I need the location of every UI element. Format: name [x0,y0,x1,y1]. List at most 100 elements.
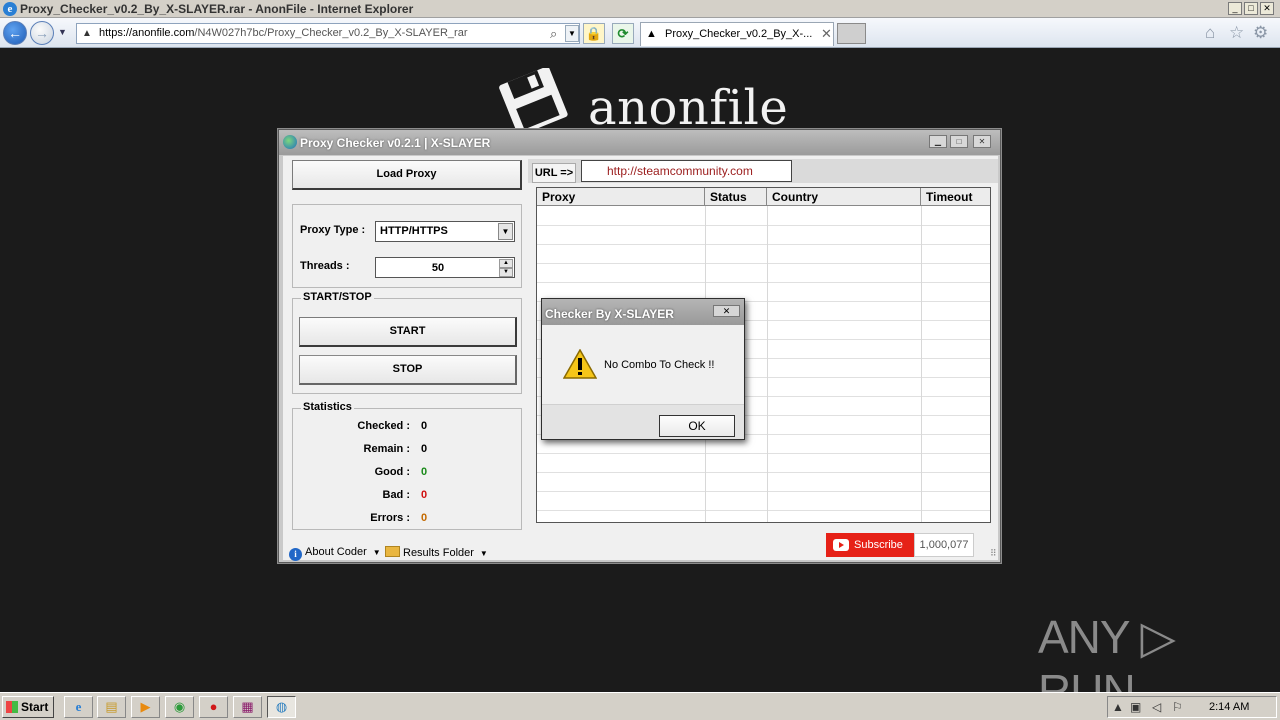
table-row [537,453,990,454]
dialog-close-button[interactable]: ✕ [713,305,740,317]
results-folder-menu[interactable]: Results Folder ▼ [385,546,488,559]
dialog-message: No Combo To Check !! [604,359,715,371]
system-tray: ▲ ▣ ◁ ⚐ 2:14 AM [1107,696,1277,718]
stat-label: Checked : [357,420,410,432]
url-input[interactable]: http://steamcommunity.com [581,160,792,182]
app-titlebar: Proxy Checker v0.2.1 | X-SLAYER ▁ □ ✕ [279,130,1000,155]
warning-icon [563,349,597,379]
about-coder-menu[interactable]: i About Coder ▼ [289,546,381,561]
start-menu-button[interactable]: Start [2,696,54,718]
column-header-timeout[interactable]: Timeout [921,188,990,206]
url-label: URL => [532,163,576,183]
spin-up-icon[interactable]: ▲ [499,259,513,268]
forward-button[interactable]: → [30,21,54,45]
browser-titlebar: e Proxy_Checker_v0.2_By_X-SLAYER.rar - A… [0,0,1280,18]
page-icon: ▲ [82,28,92,39]
subscribe-label: Subscribe [854,539,903,551]
opera-taskbar-icon[interactable]: ● [199,696,228,718]
browser-toolbar: ← → ▼ ▲ https://anonfile.com/N4W027h7bc/… [0,18,1280,48]
history-dropdown-icon[interactable]: ▼ [58,27,67,37]
new-tab-button[interactable] [837,23,866,44]
subscribe-button[interactable]: Subscribe [826,533,914,557]
resize-grip-icon[interactable]: ⠿ [990,548,997,559]
proxy-checker-taskbar-icon[interactable]: ◍ [267,696,296,718]
table-column-divider [767,206,768,522]
action-center-flag-icon[interactable]: ⚐ [1172,700,1183,714]
minimize-button[interactable]: _ [1228,2,1242,15]
explorer-taskbar-icon[interactable]: ▤ [97,696,126,718]
message-dialog: Checker By X-SLAYER ✕ No Combo To Check … [541,298,745,440]
volume-icon[interactable]: ◁ [1152,700,1161,714]
tray-expand-icon[interactable]: ▲ [1112,700,1124,714]
column-header-proxy[interactable]: Proxy [537,188,705,206]
address-path: /N4W027h7bc/Proxy_Checker_v0.2_By_X-SLAY… [194,27,468,39]
statistics-title: Statistics [301,401,354,413]
taskbar-clock[interactable]: 2:14 AM [1209,701,1249,713]
search-icon[interactable]: ⌕ [550,26,557,42]
threads-label: Threads : [300,260,350,272]
stat-label: Errors : [370,512,410,524]
chevron-down-icon[interactable]: ▼ [498,223,513,240]
refresh-button[interactable]: ⟳ [612,23,634,44]
media-player-taskbar-icon[interactable]: ▶ [131,696,160,718]
app-maximize-button[interactable]: □ [950,135,968,148]
folder-icon [385,546,400,557]
address-url[interactable]: https://anonfile.com/N4W027h7bc/Proxy_Ch… [99,27,467,39]
chrome-taskbar-icon[interactable]: ◉ [165,696,194,718]
column-header-country[interactable]: Country [767,188,921,206]
table-column-divider [921,206,922,522]
start-stop-group: START/STOP START STOP [292,291,522,394]
proxy-type-label: Proxy Type : [300,224,366,236]
address-dropdown-icon[interactable]: ▼ [565,25,579,42]
lock-icon[interactable]: 🔒 [583,23,605,44]
address-host: https://anonfile.com [99,27,195,39]
stat-good: Good : 0 [293,466,523,482]
load-proxy-button[interactable]: Load Proxy [292,160,522,190]
table-row [537,510,990,511]
proxy-type-select[interactable]: HTTP/HTTPS ▼ [375,221,515,242]
statistics-group: Statistics Checked : 0 Remain : 0 Good :… [292,401,523,530]
ie-taskbar-icon[interactable]: e [64,696,93,718]
stat-bad: Bad : 0 [293,489,523,505]
ie-logo-icon: e [3,2,17,16]
stat-errors: Errors : 0 [293,512,523,528]
stat-label: Bad : [382,489,411,501]
refresh-icon: ⟳ [617,26,629,41]
threads-stepper[interactable]: 50 ▲ ▼ [375,257,515,278]
back-icon: ← [8,25,22,41]
network-icon[interactable]: ▣ [1130,700,1141,714]
column-header-status[interactable]: Status [705,188,767,206]
tools-icon[interactable]: ⚙ [1253,23,1268,43]
maximize-button[interactable]: □ [1244,2,1258,15]
table-row [537,263,990,264]
home-icon[interactable]: ⌂ [1205,23,1215,43]
table-header: Proxy Status Country Timeout [537,188,990,206]
globe-icon [283,135,297,149]
dialog-title: Checker By X-SLAYER [545,307,674,321]
stop-button[interactable]: STOP [299,355,517,385]
taskbar: Start e ▤ ▶ ◉ ● ▦ ◍ ▲ ▣ ◁ ⚐ 2:14 AM [0,692,1280,720]
app-title: Proxy Checker v0.2.1 | X-SLAYER [300,136,491,150]
start-button[interactable]: START [299,317,517,347]
spin-down-icon[interactable]: ▼ [499,268,513,277]
ok-button[interactable]: OK [659,415,735,437]
results-folder-label: Results Folder [403,547,474,559]
app-close-button[interactable]: ✕ [973,135,991,148]
about-coder-label: About Coder [305,546,367,558]
back-button[interactable]: ← [3,21,27,45]
proxy-type-value: HTTP/HTTPS [380,225,448,237]
start-label: Start [21,700,49,714]
stat-value: 0 [421,489,428,501]
app-minimize-button[interactable]: ▁ [929,135,947,148]
favorites-icon[interactable]: ☆ [1229,23,1244,43]
table-row [537,491,990,492]
tab-close-icon[interactable]: ✕ [821,26,832,42]
floppy-disk-logo-icon [499,68,568,132]
winrar-taskbar-icon[interactable]: ▦ [233,696,262,718]
proxy-settings-group: Proxy Type : HTTP/HTTPS ▼ Threads : 50 ▲… [292,204,522,288]
dialog-footer: OK [542,404,744,439]
browser-tab[interactable]: ▲ Proxy_Checker_v0.2_By_X-... ✕ [640,22,834,46]
site-logo-text: anonfile [588,80,789,136]
close-window-button[interactable]: ✕ [1260,2,1274,15]
address-bar[interactable]: ▲ https://anonfile.com/N4W027h7bc/Proxy_… [76,23,580,44]
